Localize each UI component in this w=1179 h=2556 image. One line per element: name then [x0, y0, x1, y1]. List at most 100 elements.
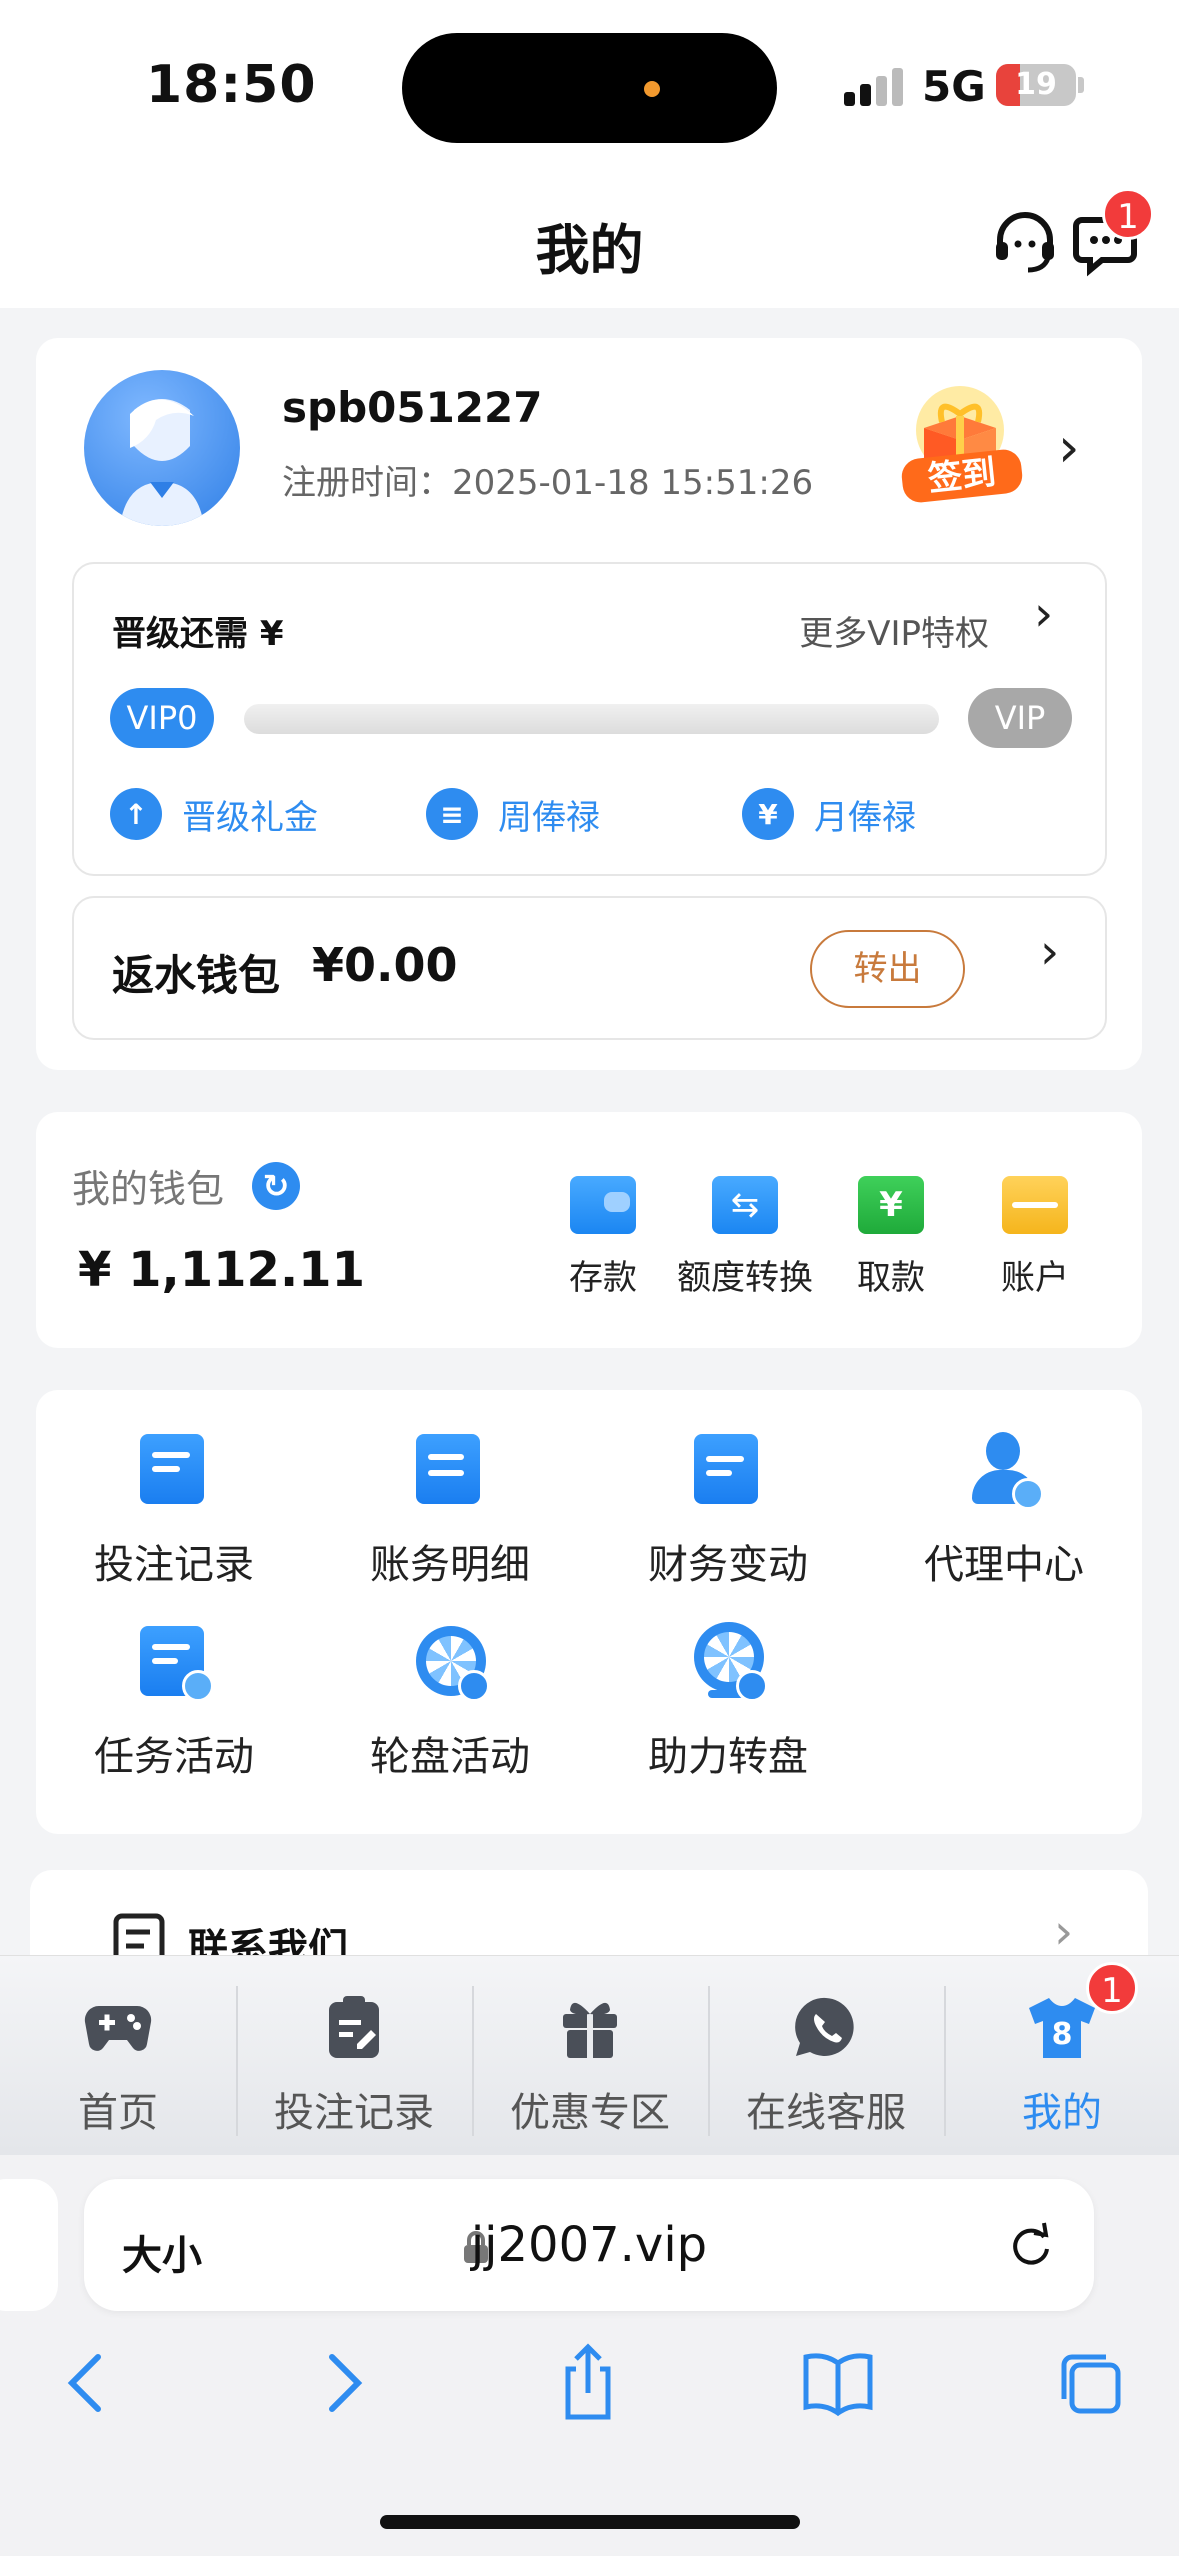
tab-mine[interactable]: 8 我的 — [944, 1956, 1179, 2156]
perk-label: 月俸禄 — [814, 797, 916, 838]
current-vip-level: VIP0 — [110, 688, 214, 748]
share-icon[interactable] — [548, 2343, 628, 2423]
feature-label: 任务活动 — [94, 1734, 254, 1780]
more-vip-chevron-icon[interactable]: › — [1034, 586, 1053, 642]
perk-label: 晋级礼金 — [182, 797, 318, 838]
status-time: 18:50 — [146, 55, 317, 115]
transfer-quota-button[interactable]: ⇆ 额度转换 — [670, 1176, 820, 1299]
address-bar[interactable]: 大小 jj2007.vip — [84, 2179, 1094, 2311]
network-type: 5G — [922, 62, 986, 111]
tab-bet-record[interactable]: 投注记录 — [236, 1956, 472, 2156]
clipboard-edit-icon — [319, 1996, 389, 2058]
message-badge: 1 — [1102, 188, 1154, 240]
gift-icon — [555, 1996, 625, 2058]
battery-level: 19 — [1015, 67, 1057, 102]
feature-label: 代理中心 — [924, 1542, 1084, 1588]
perk-upgrade-bonus[interactable]: ↑ 晋级礼金 — [110, 786, 318, 842]
feature-label: 轮盘活动 — [370, 1734, 530, 1780]
feature-task-activity[interactable]: 任务活动 — [44, 1622, 304, 1782]
deposit-button[interactable]: 存款 — [528, 1176, 678, 1299]
status-bar: 18:50 5G 19 — [0, 0, 1179, 170]
tab-label: 投注记录 — [274, 2090, 434, 2136]
feature-agent-center[interactable]: 代理中心 — [874, 1430, 1134, 1590]
bottom-tab-bar: 首页 投注记录 优惠专区 在线客服 8 我的 1 — [0, 1955, 1179, 2155]
tabs-icon[interactable] — [1050, 2343, 1130, 2423]
refresh-icon[interactable]: ↻ — [252, 1162, 300, 1210]
task-icon — [134, 1622, 214, 1702]
more-vip-link[interactable]: 更多VIP特权 — [799, 606, 989, 655]
tab-label: 优惠专区 — [510, 2090, 670, 2136]
bookmarks-icon[interactable] — [798, 2343, 878, 2423]
tab-online-service[interactable]: 在线客服 — [708, 1956, 944, 2156]
deposit-label: 存款 — [569, 1258, 637, 1298]
feature-label: 助力转盘 — [648, 1734, 808, 1780]
forward-icon[interactable] — [302, 2343, 382, 2423]
feature-label: 财务变动 — [648, 1542, 808, 1588]
assist-wheel-icon — [688, 1622, 768, 1702]
cash-withdraw-icon: ¥ — [858, 1176, 924, 1234]
dynamic-island — [402, 33, 777, 143]
account-detail-icon — [410, 1430, 490, 1510]
withdraw-button[interactable]: ¥ 取款 — [816, 1176, 966, 1299]
tab-label: 在线客服 — [746, 2090, 906, 2136]
next-vip-level: VIP — [968, 688, 1072, 748]
avatar[interactable] — [84, 370, 240, 526]
tab-promotions[interactable]: 优惠专区 — [472, 1956, 708, 2156]
agent-user-icon — [964, 1430, 1044, 1510]
feature-wheel-activity[interactable]: 轮盘活动 — [320, 1622, 580, 1782]
perk-label: 周俸禄 — [498, 797, 600, 838]
username: spb051227 — [282, 383, 543, 432]
customer-service-icon[interactable] — [990, 208, 1060, 278]
phone-chat-icon — [791, 1996, 861, 2058]
arrow-up-icon: ↑ — [110, 788, 162, 840]
jersey-icon: 8 — [1027, 1996, 1097, 2058]
vip-box: 晋级还需 ¥ 更多VIP特权 › VIP0 VIP ↑ 晋级礼金 ≡ 周俸禄 ¥ 月俸… — [72, 562, 1107, 876]
perk-weekly-salary[interactable]: ≡ 周俸禄 — [426, 786, 600, 842]
rebate-wallet: 返水钱包 ¥0.00 转出 › — [72, 896, 1107, 1040]
feature-bet-record[interactable]: 投注记录 — [44, 1430, 304, 1590]
page-header: 我的 1 — [0, 170, 1179, 308]
tab-home[interactable]: 首页 — [0, 1956, 236, 2156]
bet-record-icon — [134, 1430, 214, 1510]
previous-tab-pill[interactable] — [0, 2179, 58, 2311]
battery-tip — [1078, 77, 1084, 93]
perk-monthly-salary[interactable]: ¥ 月俸禄 — [742, 786, 916, 842]
account-button[interactable]: 账户 — [960, 1176, 1110, 1299]
back-icon[interactable] — [48, 2343, 128, 2423]
register-time: 注册时间：2025-01-18 15:51:26 — [282, 463, 814, 503]
tab-mine-badge: 1 — [1086, 1962, 1138, 2014]
rebate-chevron-icon[interactable]: › — [1040, 924, 1059, 980]
wallet-amount: ¥ 1,112.11 — [78, 1242, 365, 1298]
account-label: 账户 — [1001, 1258, 1069, 1298]
rebate-label: 返水钱包 — [112, 951, 281, 1000]
battery-icon: 19 — [996, 64, 1076, 106]
feature-account-detail[interactable]: 账务明细 — [320, 1430, 580, 1590]
card-icon — [1002, 1176, 1068, 1234]
transfer-quota-label: 额度转换 — [677, 1258, 813, 1298]
withdraw-label: 取款 — [857, 1258, 925, 1298]
contact-chevron-icon: › — [1054, 1904, 1074, 1960]
feature-assist-wheel[interactable]: 助力转盘 — [598, 1622, 858, 1782]
feature-label: 投注记录 — [94, 1542, 254, 1588]
vip-progress-bar — [244, 704, 939, 734]
gamepad-icon — [83, 1996, 153, 2058]
url-text: jj2007.vip — [470, 2217, 708, 2273]
signal-icon — [844, 66, 904, 106]
rebate-amount: ¥0.00 — [312, 938, 458, 992]
svg-text:8: 8 — [1052, 2017, 1073, 2052]
finance-change-icon — [688, 1430, 768, 1510]
wallet-title: 我的钱包 — [72, 1167, 225, 1211]
feature-label: 账务明细 — [370, 1542, 530, 1588]
rebate-transfer-button[interactable]: 转出 — [810, 930, 965, 1008]
wallet-deposit-icon — [570, 1176, 636, 1234]
feature-finance-change[interactable]: 财务变动 — [598, 1430, 858, 1590]
recording-dot — [644, 81, 660, 97]
home-indicator — [380, 2515, 800, 2529]
browser-toolbar: 大小 jj2007.vip — [0, 2155, 1179, 2556]
profile-chevron-icon[interactable]: › — [1058, 416, 1080, 479]
signin-button[interactable]: 签到 — [890, 380, 1030, 515]
upgrade-need-label: 晋级还需 ¥ — [112, 614, 284, 654]
clipboard-icon: ≡ — [426, 788, 478, 840]
tab-label: 首页 — [78, 2090, 158, 2136]
reload-icon[interactable] — [1004, 2219, 1056, 2271]
